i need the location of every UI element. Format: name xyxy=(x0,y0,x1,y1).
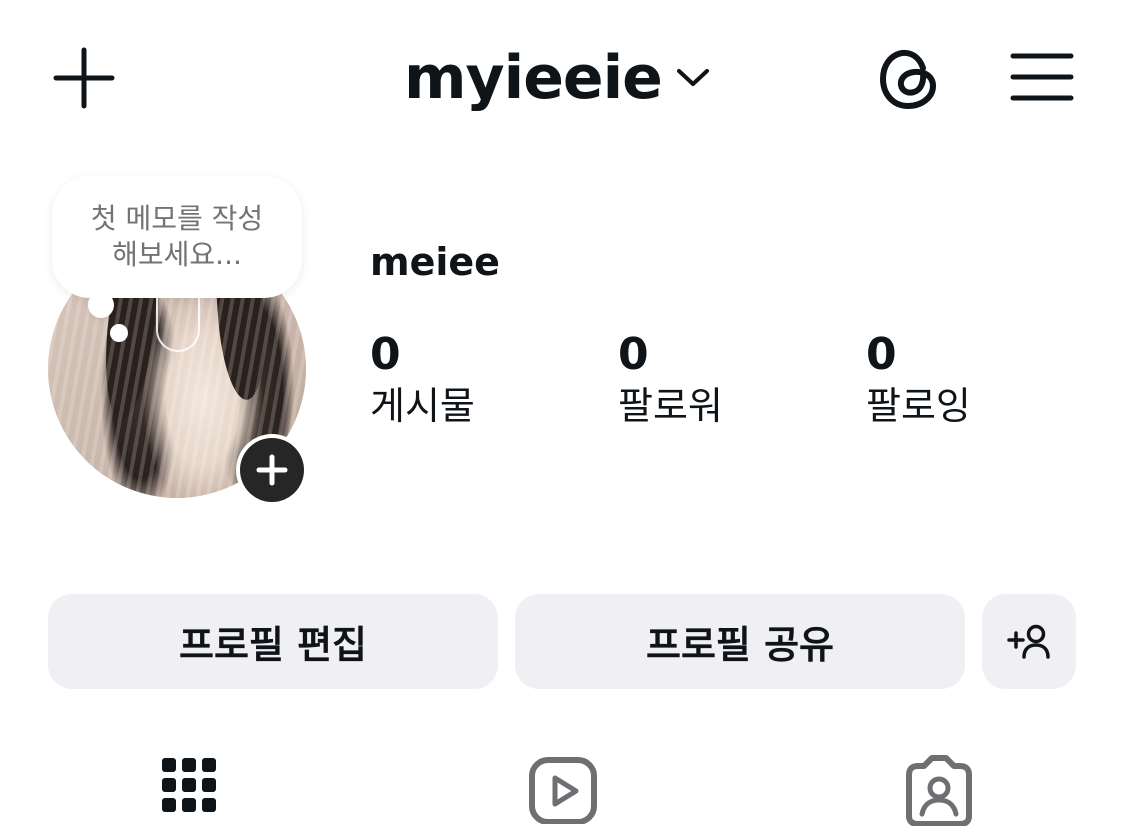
add-person-icon xyxy=(1007,624,1050,659)
tab-tagged[interactable] xyxy=(884,754,994,834)
tagged-icon xyxy=(906,755,972,826)
edit-profile-button[interactable]: 프로필 편집 xyxy=(48,594,498,689)
tab-reels[interactable] xyxy=(508,754,618,834)
note-bubble[interactable]: 첫 메모를 작성 해보세요... xyxy=(52,176,302,298)
add-story-button[interactable] xyxy=(236,434,308,506)
chevron-down-icon xyxy=(676,69,709,86)
following-count[interactable]: 0 팔로잉 xyxy=(866,330,971,432)
plus-icon xyxy=(53,47,115,109)
account-switcher[interactable]: myieeie xyxy=(404,36,710,120)
add-story-circle xyxy=(240,438,304,502)
menu-button[interactable] xyxy=(1006,44,1078,110)
discover-people-button[interactable] xyxy=(982,594,1076,689)
stat-label: 팔로워 xyxy=(618,384,723,428)
grid-icon xyxy=(162,758,216,812)
edit-profile-label: 프로필 편집 xyxy=(178,623,368,667)
hamburger-menu-icon xyxy=(1010,53,1074,101)
stat-number: 0 xyxy=(370,329,401,380)
threads-icon xyxy=(879,49,937,110)
plus-icon xyxy=(256,454,288,486)
note-prompt: 첫 메모를 작성 해보세요... xyxy=(90,202,264,271)
share-profile-button[interactable]: 프로필 공유 xyxy=(515,594,965,689)
share-profile-label: 프로필 공유 xyxy=(645,623,835,667)
note-bubble-tail xyxy=(110,324,128,342)
profile-username: myieeie xyxy=(404,43,663,113)
tab-posts-grid[interactable] xyxy=(134,754,244,834)
create-button[interactable] xyxy=(50,44,118,112)
reels-icon xyxy=(529,757,597,824)
stat-number: 0 xyxy=(618,329,649,380)
stat-number: 0 xyxy=(866,329,897,380)
followers-count[interactable]: 0 팔로워 xyxy=(618,330,723,432)
stat-label: 팔로잉 xyxy=(866,384,971,428)
note-bubble-tail xyxy=(88,292,114,318)
stat-label: 게시물 xyxy=(370,384,475,428)
posts-count[interactable]: 0 게시물 xyxy=(370,330,475,432)
threads-button[interactable] xyxy=(874,44,944,114)
display-name: meiee xyxy=(370,240,500,284)
